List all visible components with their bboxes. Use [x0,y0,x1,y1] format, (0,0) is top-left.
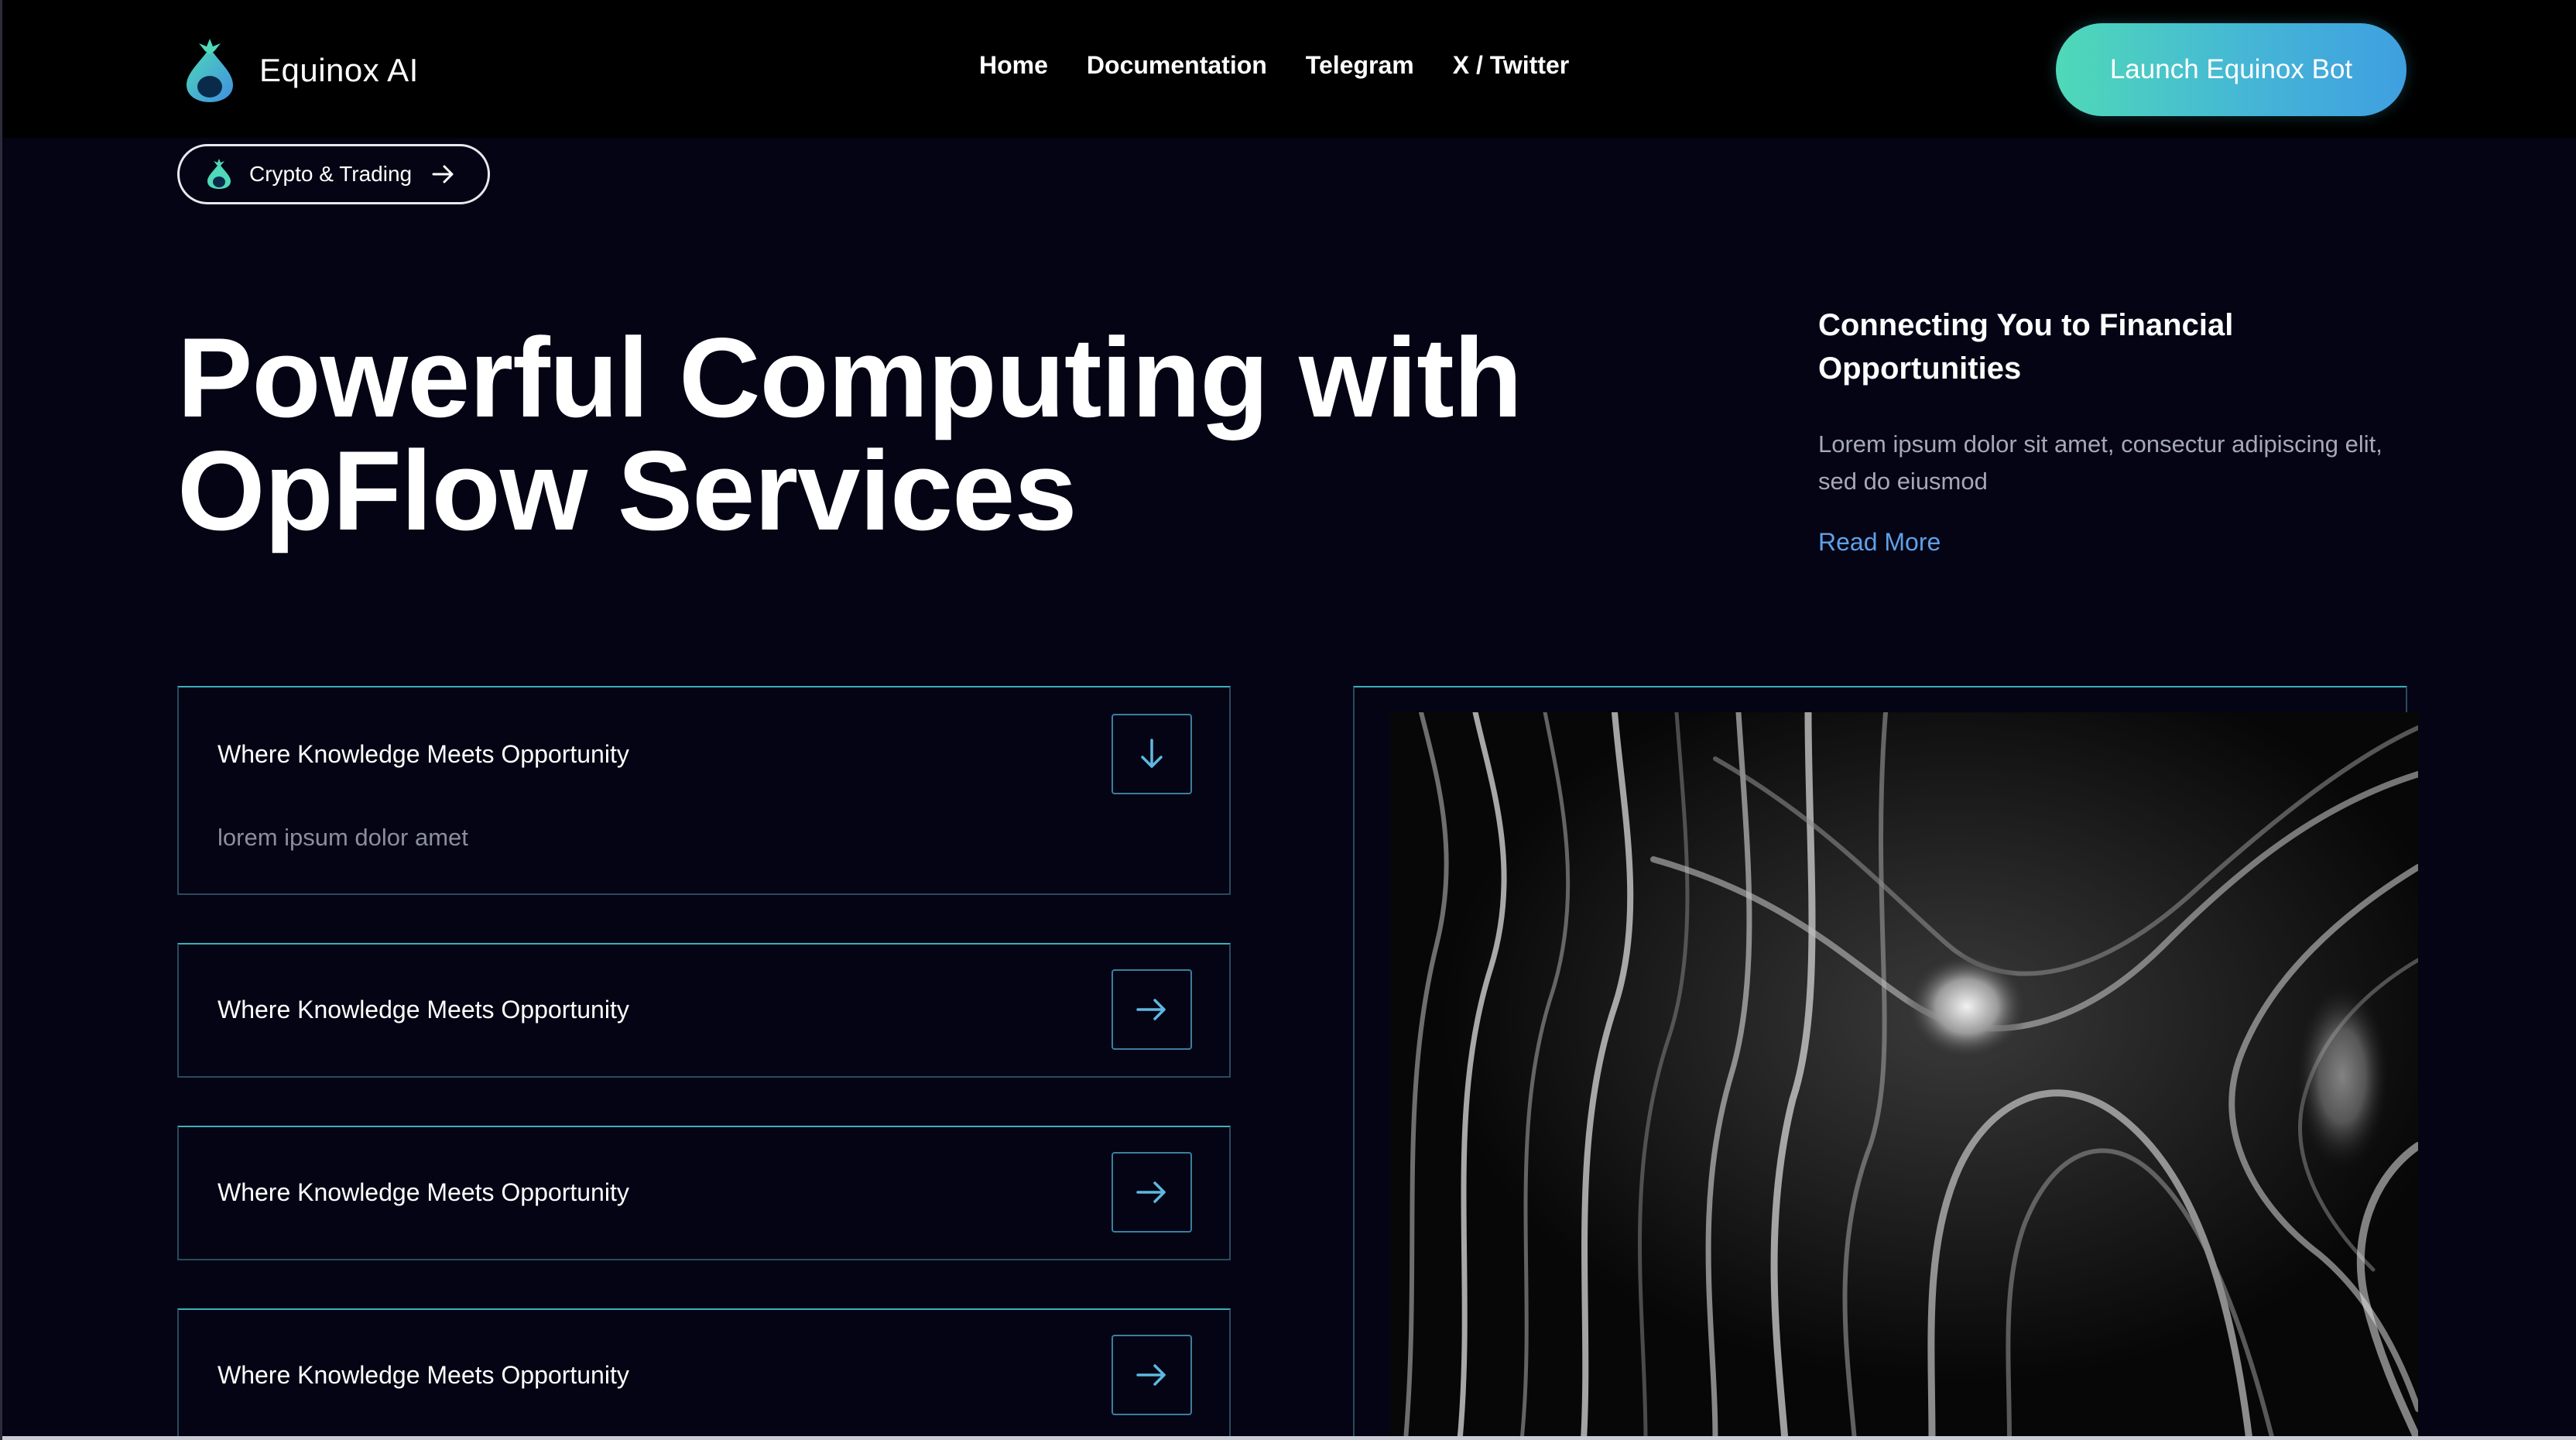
accordion-card-2[interactable]: Where Knowledge Meets Opportunity [177,943,1231,1078]
abstract-wave-image [1390,712,2418,1440]
read-more-link[interactable]: Read More [1818,528,1941,557]
accordion-card-3[interactable]: Where Knowledge Meets Opportunity [177,1126,1231,1260]
card-title: Where Knowledge Meets Opportunity [218,1178,629,1206]
side-description: Lorem ipsum dolor sit amet, consectur ad… [1818,430,2382,495]
nav-documentation[interactable]: Documentation [1087,51,1267,80]
accordion-card-1[interactable]: Where Knowledge Meets Opportunity lorem … [177,686,1231,895]
card-title: Where Knowledge Meets Opportunity [218,1361,629,1389]
droplet-logo-icon [207,159,231,189]
arrow-down-icon [1141,739,1163,768]
arrow-right-icon [432,165,454,183]
droplet-logo-icon [187,39,233,102]
main-nav: Home Documentation Telegram X / Twitter [979,51,1569,80]
nav-x-twitter[interactable]: X / Twitter [1453,51,1570,80]
arrow-right-icon [1136,1364,1166,1386]
side-heading: Connecting You to Financial Opportunitie… [1818,308,2234,386]
card-title: Where Knowledge Meets Opportunity [218,740,629,768]
card-subtitle: lorem ipsum dolor amet [218,824,468,851]
window-bottom-edge [2,1436,2576,1440]
launch-bot-button[interactable]: Launch Equinox Bot [2056,23,2406,116]
hero-title-line1: Powerful Computing with [177,314,1523,441]
abstract-wave-graphic [1390,712,2418,1440]
brand-logo[interactable]: Equinox AI [180,37,419,104]
category-pill[interactable]: Crypto & Trading [177,144,490,204]
card-toggle-button[interactable] [1112,1335,1192,1415]
card-toggle-button[interactable] [1112,714,1192,794]
arrow-right-icon [1136,999,1166,1020]
nav-home[interactable]: Home [979,51,1048,80]
nav-telegram[interactable]: Telegram [1306,51,1414,80]
pill-label: Crypto & Trading [249,162,413,186]
accordion-card-4[interactable]: Where Knowledge Meets Opportunity [177,1308,1231,1440]
card-toggle-button[interactable] [1112,1152,1192,1233]
hero-title: Powerful Computing with OpFlow Services [177,321,1648,547]
brand-name: Equinox AI [259,52,419,88]
card-title: Where Knowledge Meets Opportunity [218,996,629,1023]
page: Equinox AI Home Documentation Telegram X… [0,0,2576,1440]
hero-title-line2: OpFlow Services [177,427,1077,554]
card-toggle-button[interactable] [1112,969,1192,1050]
arrow-right-icon [1136,1181,1166,1203]
top-navbar: Equinox AI Home Documentation Telegram X… [2,0,2576,138]
